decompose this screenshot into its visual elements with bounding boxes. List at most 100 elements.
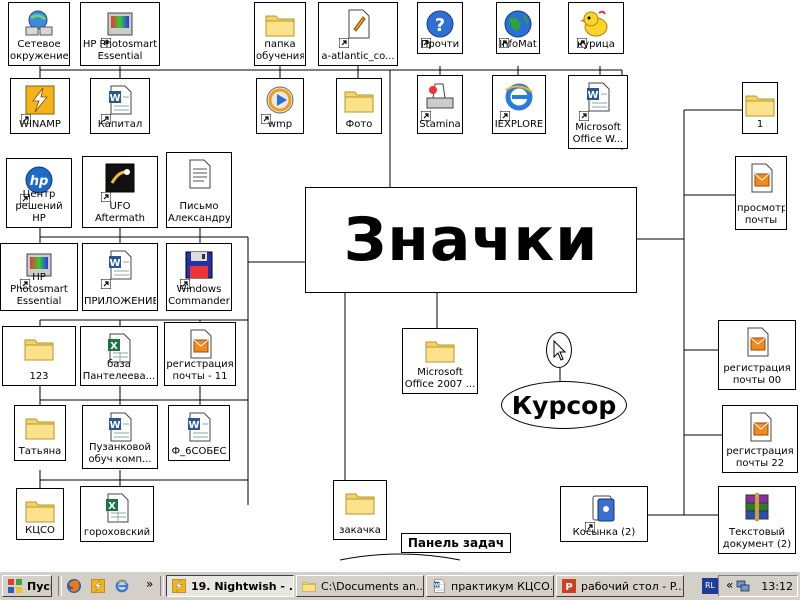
desktop-icon-mail-reg-00[interactable]: регистрация почты 00 (718, 320, 796, 390)
desktop-icon-readme[interactable]: ? Прочти (417, 2, 463, 54)
clock: 13:12 (761, 579, 793, 593)
shortcut-arrow-icon (100, 109, 112, 125)
desktop-icon-network[interactable]: Сетевое окружение (8, 2, 70, 66)
desktop-icon-kcso[interactable]: КЦСО (16, 488, 64, 540)
mail-view-icon (183, 327, 217, 361)
icon-label: Сетевое окружение (10, 39, 68, 62)
taskbar-caption: Панель задач (401, 533, 511, 553)
folder-icon (22, 331, 56, 365)
desktop-icon-mail-view[interactable]: просмотр почты (735, 156, 787, 230)
shortcut-arrow-icon (420, 106, 432, 122)
desktop-icon-hp-solution-center[interactable]: hp Центр решений HP (6, 158, 72, 228)
shortcut-arrow-icon (578, 106, 590, 122)
desktop-icon-tatyana[interactable]: Татьяна (14, 405, 66, 461)
desktop-icon-f6-sobes[interactable]: W Ф_6СОБЕС (168, 405, 230, 461)
icon-label: HP Photosmart Essential (10, 272, 68, 307)
task-button[interactable]: 19. Nightwish - ... (166, 575, 294, 597)
icon-label: Microsoft Office 2007 ... (404, 367, 476, 390)
icon-label: UFO Aftermath (95, 201, 145, 224)
shortcut-arrow-icon (100, 274, 112, 290)
desktop-icon-stamina[interactable]: Stamina (417, 75, 463, 134)
icon-label: Письмо Александру (168, 201, 230, 224)
svg-text:W: W (109, 258, 120, 269)
cursor-label-ellipse: Курсор (501, 381, 627, 429)
svg-text:W: W (109, 420, 120, 431)
excel-document-icon: X (100, 491, 134, 525)
icon-label: IEXPLORE (494, 119, 544, 130)
language-indicator[interactable]: RL (702, 578, 718, 594)
folder-icon (342, 83, 376, 117)
desktop-icon-folder-123[interactable]: 123 (2, 326, 76, 386)
icon-label: закачка (339, 525, 381, 536)
network-status-icon (736, 580, 750, 592)
start-label: Пуск (27, 579, 51, 593)
desktop-icon-gorohovsky[interactable]: Xгороховский (80, 486, 154, 542)
mail-view-icon (744, 161, 778, 195)
desktop-icon-prilozhenie[interactable]: W ПРИЛОЖЕНИЕ (82, 243, 158, 311)
windows-logo-icon (8, 579, 22, 593)
folder-icon (743, 87, 777, 121)
desktop-icon-letter[interactable]: Письмо Александру (166, 152, 232, 228)
desktop-icon-windows-commander[interactable]: Windows Commander (166, 243, 232, 311)
desktop-icon-chick[interactable]: курица (568, 2, 624, 54)
folder-icon (343, 485, 377, 519)
desktop-icon-a-atlantic[interactable]: a-atlantic_co... (318, 2, 398, 66)
svg-text:W: W (188, 420, 199, 431)
icon-label: Фото (345, 119, 373, 130)
svg-text:hp: hp (30, 174, 49, 189)
task-button-label: C:\Documents an... (321, 579, 424, 593)
svg-text:P: P (565, 582, 572, 593)
desktop-icon-ms-office-word[interactable]: W Microsoft Office W... (568, 75, 628, 149)
word-document-icon: W (103, 410, 137, 444)
desktop-icon-office-2007[interactable]: Microsoft Office 2007 ... (402, 328, 478, 394)
quick-launch-internet-explorer-icon[interactable] (114, 578, 130, 594)
desktop-icon-photo-folder[interactable]: Фото (336, 78, 382, 134)
desktop-icon-hp-photosmart-2[interactable]: HP Photosmart Essential (0, 243, 78, 311)
cursor-label: Курсор (511, 390, 617, 420)
desktop-icon-puzankova[interactable]: W Пузанковой обуч комп... (82, 405, 158, 469)
mail-view-icon (740, 325, 774, 359)
desktop-icon-wmp[interactable]: wmp (256, 78, 304, 134)
desktop-icon-mail-reg-11[interactable]: регистрация почты - 11 (164, 322, 236, 386)
desktop-icon-kosynka[interactable]: Косынка (2) (560, 486, 648, 542)
quick-launch-firefox-icon[interactable] (66, 578, 82, 594)
desktop-icon-zakachka[interactable]: закачка (333, 480, 387, 540)
desktop-icon-iexplore[interactable]: IEXPLORE (492, 75, 546, 134)
desktop-icon-ufo-aftermath[interactable]: UFO Aftermath (82, 156, 158, 228)
desktop-icon-training-folder[interactable]: папка обучения (254, 2, 306, 66)
icon-label: КЦСО (25, 525, 55, 536)
mouse-pointer-icon (553, 339, 567, 361)
start-button[interactable]: Пуск (2, 575, 52, 597)
quick-launch-winamp-icon[interactable] (90, 578, 106, 594)
desktop-icon-infomat[interactable]: InfoMat (496, 2, 540, 54)
desktop-icon-hp-photosmart[interactable]: HP Photosmart Essential (80, 2, 160, 66)
desktop-icon-folder-1[interactable]: 1 (742, 82, 778, 134)
desktop-icon-panteleev-db[interactable]: Xбаза Пантелеева... (80, 326, 158, 386)
folder-icon (423, 333, 457, 367)
task-button[interactable]: Wпрактикум КЦСО... (426, 575, 554, 597)
icon-label: курица (577, 39, 615, 50)
shortcut-arrow-icon (260, 109, 272, 125)
desktop-icon-mail-reg-22[interactable]: регистрация почты 22 (722, 405, 798, 473)
icon-label: папка обучения (256, 39, 304, 62)
folder-icon (301, 578, 317, 594)
svg-text:W: W (109, 93, 120, 104)
page-title-box: Значки (305, 187, 637, 293)
quick-launch-overflow[interactable]: » (146, 577, 153, 591)
task-button[interactable]: C:\Documents an... (296, 575, 424, 597)
word-document-icon: W (182, 410, 216, 444)
desktop-icon-winamp[interactable]: WINAMP (10, 78, 70, 134)
folder-icon (23, 410, 57, 444)
winrar-icon (740, 491, 774, 525)
icon-label: Microsoft Office W... (572, 122, 624, 145)
icon-label: регистрация почты - 11 (166, 359, 234, 382)
desktop-icon-kapital[interactable]: W Капитал (90, 78, 150, 134)
folder-icon (23, 493, 57, 527)
powerpoint-icon: P (561, 578, 577, 594)
task-button[interactable]: Pрабочий стол - P... (556, 575, 684, 597)
shortcut-arrow-icon (100, 187, 112, 203)
desktop-icon-text-document[interactable]: Текстовый документ (2) (718, 486, 796, 554)
task-button-label: 19. Nightwish - ... (191, 579, 294, 593)
icon-label: wmp (267, 119, 293, 130)
icon-label: Косынка (2) (572, 527, 636, 538)
